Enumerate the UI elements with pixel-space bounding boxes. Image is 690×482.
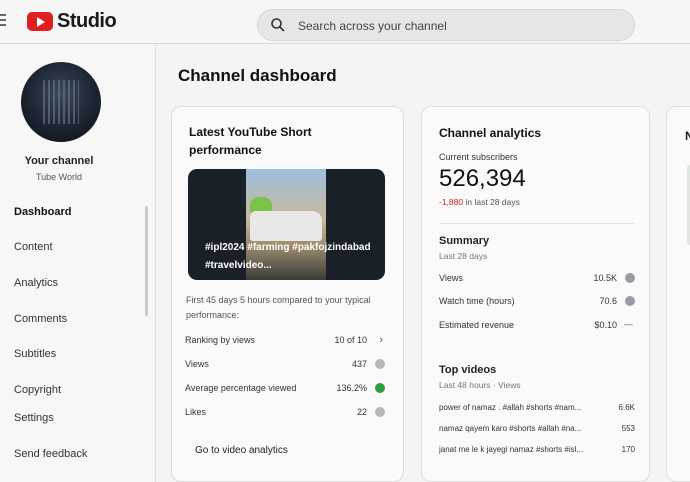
dash-icon: — [624, 319, 633, 329]
go-to-video-analytics-link[interactable]: Go to video analytics [195, 445, 288, 456]
thumbnail-caption: #ipl2024 #farming #pakfojzindabad #trave… [205, 242, 371, 271]
sidebar-scrollbar[interactable] [145, 206, 148, 316]
top-video-title: janat me le k jayegi namaz #shorts #isl.… [439, 445, 584, 454]
subscribers-label: Current subscribers [439, 152, 518, 162]
neutral-status-icon [375, 359, 385, 369]
views-value: 437 [351, 359, 367, 369]
search-icon [271, 18, 285, 32]
summary-revenue-label: Estimated revenue [439, 320, 515, 330]
youtube-play-icon [27, 12, 53, 31]
third-card-title: N [685, 129, 690, 143]
top-video-title: power of namaz . #allah #shorts #nam... [439, 403, 582, 412]
avg-viewed-label: Average percentage viewed [185, 383, 297, 393]
thumbnail-car [250, 211, 322, 241]
search-input[interactable]: Search across your channel [257, 9, 635, 41]
ranking-row[interactable]: Ranking by views 10 of 10 › [185, 334, 385, 349]
top-video-views: 553 [621, 424, 635, 433]
likes-value: 22 [356, 407, 367, 417]
sidebar-item-settings[interactable]: Settings [14, 412, 54, 424]
your-channel-label: Your channel [24, 155, 94, 167]
summary-views-label: Views [439, 273, 463, 283]
sidebar: Your channel Tube World Dashboard Conten… [0, 44, 156, 482]
views-row: Views 437 [185, 359, 385, 373]
channel-name: Tube World [35, 172, 83, 182]
sidebar-item-subtitles[interactable]: Subtitles [14, 348, 56, 360]
top-video-row[interactable]: power of namaz . #allah #shorts #nam... … [439, 403, 635, 417]
sidebar-item-comments[interactable]: Comments [14, 313, 67, 325]
page-title: Channel dashboard [178, 66, 337, 85]
summary-views-row: Views 10.5K [439, 273, 635, 287]
third-card: N [666, 106, 690, 482]
ranking-label: Ranking by views [185, 335, 256, 345]
comparison-text: First 45 days 5 hours compared to your t… [186, 295, 371, 320]
sidebar-item-content[interactable]: Content [14, 241, 53, 253]
sidebar-item-send-feedback[interactable]: Send feedback [14, 448, 87, 460]
studio-logo[interactable]: Studio [27, 10, 117, 33]
sidebar-item-copyright[interactable]: Copyright [14, 384, 61, 396]
subscribers-change: -1,880 in last 28 days [439, 197, 520, 207]
top-videos-title: Top videos [439, 364, 497, 376]
up-arrow-icon [375, 383, 385, 393]
summary-views-value: 10.5K [593, 273, 617, 283]
sidebar-item-dashboard[interactable]: Dashboard [14, 206, 71, 218]
summary-watch-time-label: Watch time (hours) [439, 296, 515, 306]
summary-revenue-value: $0.10 [594, 320, 617, 330]
divider [439, 223, 634, 224]
channel-avatar[interactable] [21, 62, 101, 142]
chevron-right-icon: › [379, 334, 383, 346]
summary-watch-time-row: Watch time (hours) 70.6 [439, 296, 635, 310]
menu-icon[interactable] [0, 14, 8, 28]
summary-watch-time-value: 70.6 [599, 296, 617, 306]
summary-revenue-row: Estimated revenue $0.10 — [439, 319, 635, 334]
avg-viewed-row: Average percentage viewed 136.2% [185, 383, 385, 397]
top-videos-period: Last 48 hours · Views [439, 380, 521, 390]
summary-period: Last 28 days [439, 251, 488, 261]
neutral-status-icon [625, 296, 635, 306]
neutral-status-icon [375, 407, 385, 417]
summary-title: Summary [439, 235, 490, 247]
top-video-views: 170 [621, 445, 635, 454]
ranking-value: 10 of 10 [334, 335, 367, 345]
subscribers-count: 526,394 [439, 165, 526, 192]
top-video-row[interactable]: janat me le k jayegi namaz #shorts #isl.… [439, 445, 635, 459]
logo-text: Studio [57, 10, 117, 32]
top-video-title: namaz qayem karo #shorts #allah #na... [439, 424, 582, 433]
neutral-status-icon [625, 273, 635, 283]
top-video-row[interactable]: namaz qayem karo #shorts #allah #na... 5… [439, 424, 635, 438]
top-video-views: 6.6K [618, 403, 635, 412]
avg-viewed-value: 136.2% [336, 383, 367, 393]
short-thumbnail[interactable]: #ipl2024 #farming #pakfojzindabad #trave… [188, 169, 385, 280]
likes-row: Likes 22 [185, 407, 385, 421]
likes-label: Likes [185, 407, 207, 417]
search-placeholder: Search across your channel [298, 19, 447, 33]
latest-short-title: Latest YouTube Short performance [189, 125, 312, 157]
channel-analytics-title: Channel analytics [439, 126, 542, 140]
sidebar-item-analytics[interactable]: Analytics [14, 277, 58, 289]
top-bar: Studio Search across your channel [0, 0, 690, 44]
subscribers-change-period: in last 28 days [465, 197, 520, 207]
channel-analytics-card: Channel analytics Current subscribers 52… [421, 106, 650, 482]
latest-short-card: Latest YouTube Short performance #ipl202… [171, 106, 404, 482]
subscribers-change-value: -1,880 [439, 197, 464, 207]
views-label: Views [185, 359, 209, 369]
